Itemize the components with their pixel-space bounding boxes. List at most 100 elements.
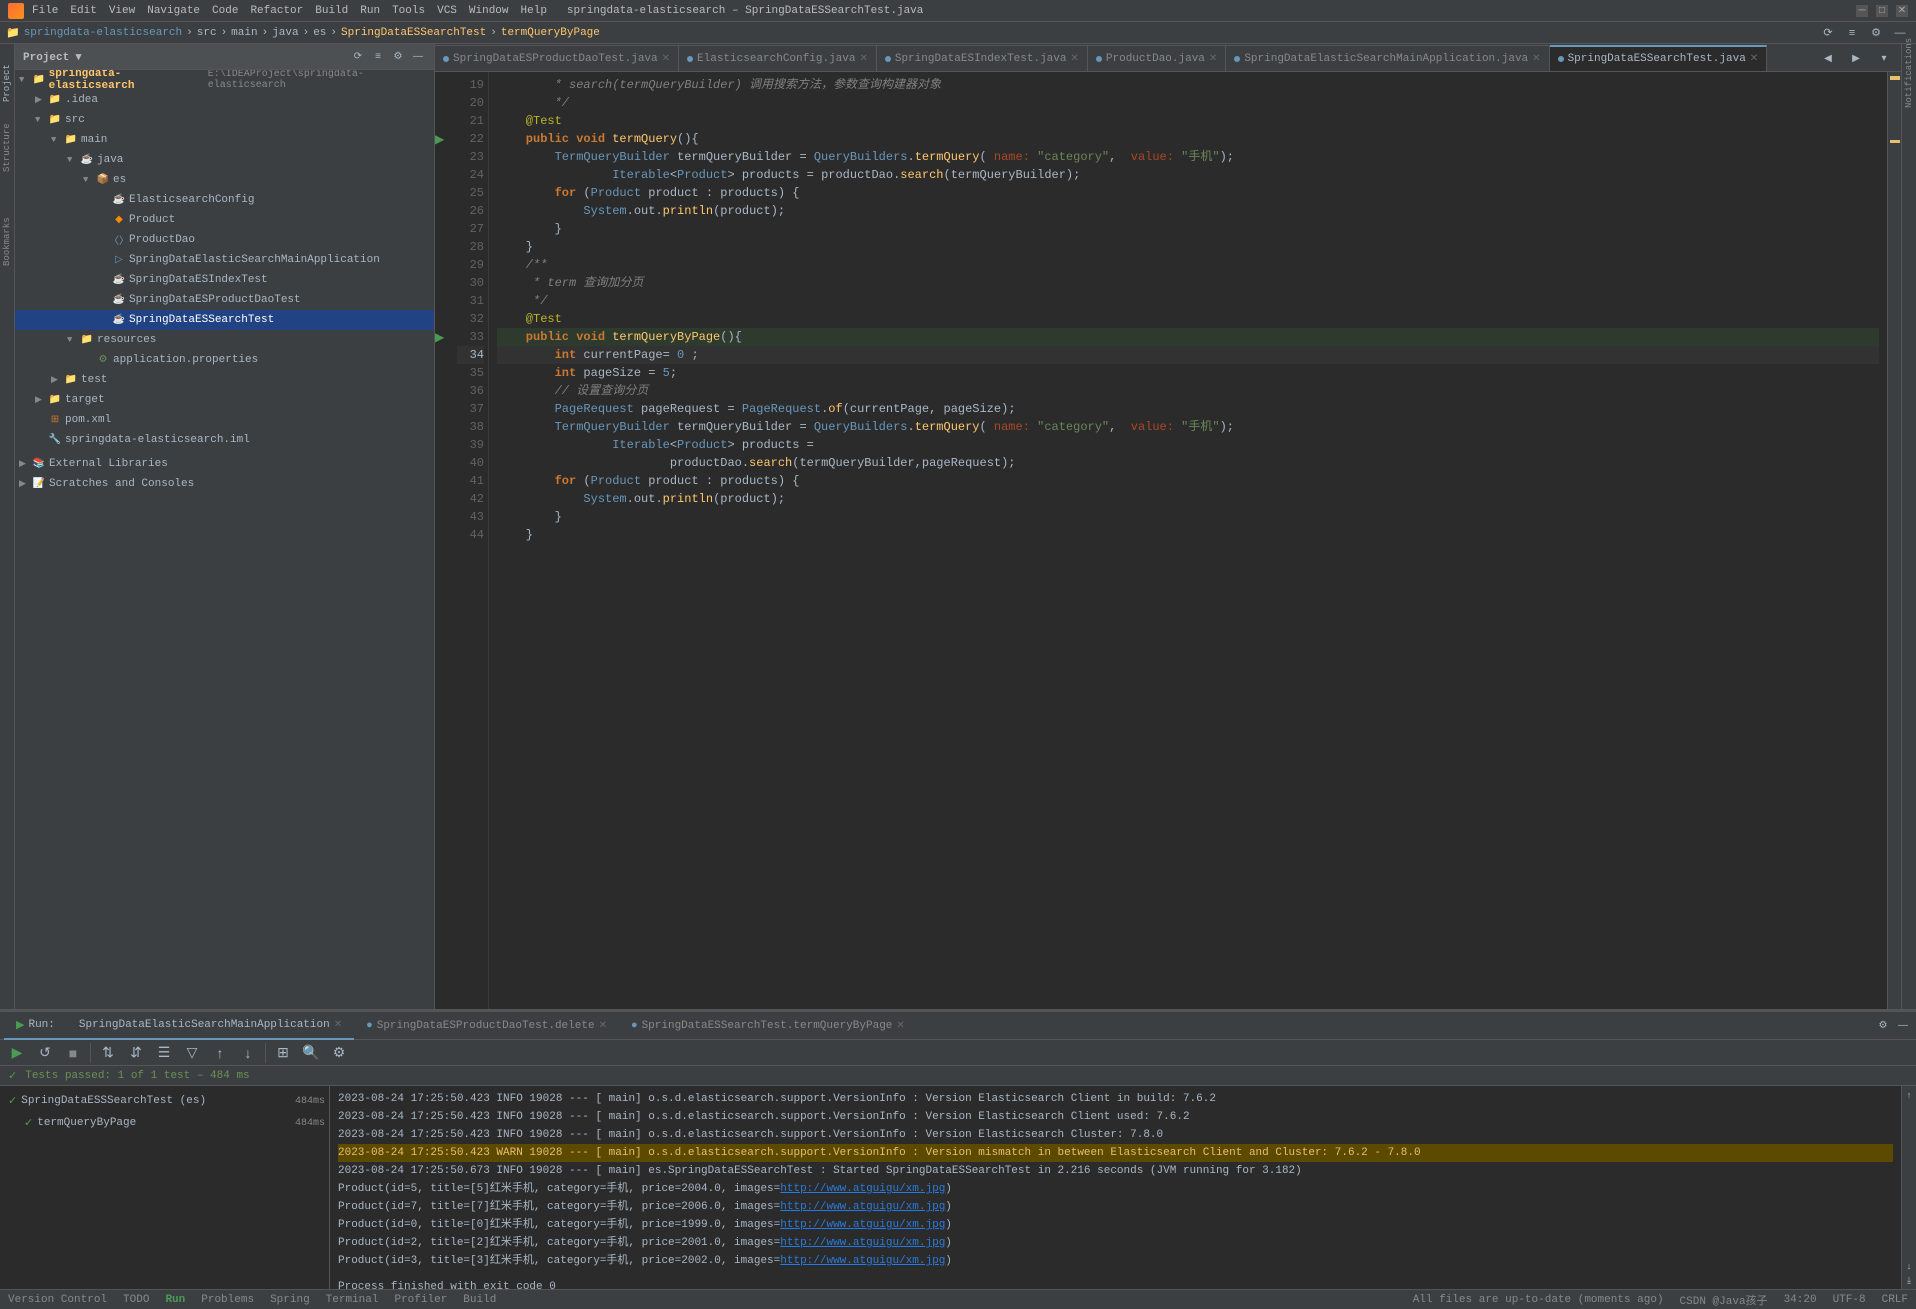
run-filter1-btn[interactable]: ☰ <box>151 1040 177 1066</box>
breadcrumb-part-2[interactable]: main <box>231 27 257 39</box>
tree-java[interactable]: ▼ ☕ java <box>15 150 434 170</box>
tree-scratches[interactable]: ▶ 📝 Scratches and Consoles <box>15 474 434 494</box>
run-tab-main[interactable]: SpringDataElasticSearchMainApplication ✕ <box>67 1012 354 1040</box>
breadcrumb-part-3[interactable]: java <box>272 27 298 39</box>
tree-idea[interactable]: ▶ 📁 .idea <box>15 90 434 110</box>
status-encoding[interactable]: UTF-8 <box>1833 1294 1866 1306</box>
tree-es[interactable]: ▼ 📦 es <box>15 170 434 190</box>
build-btn[interactable]: Build <box>463 1294 496 1306</box>
project-sync-btn[interactable]: ⟳ <box>350 49 366 65</box>
run-play-btn[interactable]: ▶ <box>4 1040 30 1066</box>
run-settings-btn[interactable]: ⚙ <box>1874 1017 1892 1035</box>
tree-pomxml[interactable]: ▶ ⊞ pom.xml <box>15 410 434 430</box>
tree-root[interactable]: ▼ 📁 springdata-elasticsearch E:\IDEAProj… <box>15 70 434 90</box>
tree-productdaotest[interactable]: ▶ ☕ SpringDataESProductDaoTest <box>15 290 434 310</box>
run-tab-termquery[interactable]: ● SpringDataESSearchTest.termQueryByPage… <box>619 1012 917 1040</box>
log-link-3[interactable]: http://www.atguigu/xm.jpg <box>780 1237 945 1249</box>
run-sort1-btn[interactable]: ⇅ <box>95 1040 121 1066</box>
tab-close-1[interactable]: ✕ <box>859 53 867 65</box>
tree-searchtest[interactable]: ▶ ☕ SpringDataESSearchTest <box>15 310 434 330</box>
run-settings2-btn[interactable]: ⚙ <box>326 1040 352 1066</box>
tree-mainapp[interactable]: ▶ ▷ SpringDataElasticSearchMainApplicati… <box>15 250 434 270</box>
tab-close-2[interactable]: ✕ <box>1071 53 1079 65</box>
settings-button[interactable]: ⚙ <box>1866 23 1886 43</box>
notifications-icon[interactable]: Notifications <box>1904 48 1914 108</box>
project-collapse-btn[interactable]: — <box>410 49 426 65</box>
tree-resources[interactable]: ▼ 📁 resources <box>15 330 434 350</box>
sort-button[interactable]: ≡ <box>1842 23 1862 43</box>
run-rerun-btn[interactable]: ↺ <box>32 1040 58 1066</box>
code-content[interactable]: * search(termQueryBuilder) 调用搜索方法，参数查询构建… <box>489 72 1887 1009</box>
tab-close-5[interactable]: ✕ <box>1750 53 1758 65</box>
menu-run[interactable]: Run <box>360 5 380 17</box>
run-up-btn[interactable]: ↑ <box>207 1040 233 1066</box>
tree-target[interactable]: ▶ 📁 target <box>15 390 434 410</box>
tree-indextest[interactable]: ▶ ☕ SpringDataESIndexTest <box>15 270 434 290</box>
run-tab-delete-close[interactable]: ✕ <box>599 1020 607 1032</box>
run-tree-root[interactable]: ✓ SpringDataESSSearchTest (es) 484ms <box>4 1090 325 1112</box>
menu-view[interactable]: View <box>109 5 135 17</box>
bookmarks-tab-vertical[interactable]: Bookmarks <box>2 216 12 266</box>
tree-elasticsearchconfig[interactable]: ▶ ☕ ElasticsearchConfig <box>15 190 434 210</box>
run-tab-delete[interactable]: ● SpringDataESProductDaoTest.delete ✕ <box>354 1012 619 1040</box>
run-scroll-up[interactable]: ↑ <box>1903 1088 1916 1101</box>
structure-tab-vertical[interactable]: Structure <box>2 122 12 172</box>
status-line-sep[interactable]: CRLF <box>1882 1294 1908 1306</box>
menu-refactor[interactable]: Refactor <box>250 5 303 17</box>
tree-src[interactable]: ▼ 📁 src <box>15 110 434 130</box>
log-link-2[interactable]: http://www.atguigu/xm.jpg <box>780 1219 945 1231</box>
breadcrumb-part-0[interactable]: springdata-elasticsearch <box>24 27 182 39</box>
run-scroll-to-end[interactable]: ⤓ <box>1903 1274 1916 1287</box>
tab-searchtest-active[interactable]: SpringDataESSearchTest.java ✕ <box>1550 45 1768 71</box>
tab-productdaotest[interactable]: SpringDataESProductDaoTest.java ✕ <box>435 45 679 71</box>
gutter-22[interactable]: ▶ <box>435 130 457 148</box>
breadcrumb-part-5[interactable]: SpringDataESSearchTest <box>341 27 486 39</box>
menu-help[interactable]: Help <box>521 5 547 17</box>
menu-build[interactable]: Build <box>315 5 348 17</box>
tab-close-3[interactable]: ✕ <box>1209 53 1217 65</box>
tab-scroll-left[interactable]: ◀ <box>1815 45 1841 71</box>
menu-tools[interactable]: Tools <box>392 5 425 17</box>
run-tree-method[interactable]: ✓ termQueryByPage 484ms <box>4 1112 325 1134</box>
tab-mainapp[interactable]: SpringDataElasticSearchMainApplication.j… <box>1226 45 1549 71</box>
spring-btn[interactable]: Spring <box>270 1294 310 1306</box>
run-close-btn[interactable]: — <box>1894 1017 1912 1035</box>
tree-productdao[interactable]: ▶ 〈〉 ProductDao <box>15 230 434 250</box>
run-icon-22[interactable]: ▶ <box>435 132 444 147</box>
tab-dropdown[interactable]: ▾ <box>1871 45 1897 71</box>
run-export-btn[interactable]: ⊞ <box>270 1040 296 1066</box>
run-icon-33[interactable]: ▶ <box>435 330 444 345</box>
breadcrumb-part-6[interactable]: termQueryByPage <box>501 27 600 39</box>
tab-close-0[interactable]: ✕ <box>662 53 670 65</box>
editor-scrollbar[interactable] <box>1887 72 1901 1009</box>
run-stop-btn[interactable]: ■ <box>60 1040 86 1066</box>
menu-edit[interactable]: Edit <box>70 5 96 17</box>
run-scroll-down[interactable]: ↓ <box>1903 1259 1916 1272</box>
menu-file[interactable]: File <box>32 5 58 17</box>
log-link-1[interactable]: http://www.atguigu/xm.jpg <box>780 1201 945 1213</box>
run-sort2-btn[interactable]: ⇵ <box>123 1040 149 1066</box>
breadcrumb-part-1[interactable]: src <box>197 27 217 39</box>
run-filter2-btn[interactable]: ▽ <box>179 1040 205 1066</box>
todo-btn[interactable]: TODO <box>123 1294 149 1306</box>
tree-main[interactable]: ▼ 📁 main <box>15 130 434 150</box>
log-link-4[interactable]: http://www.atguigu/xm.jpg <box>780 1255 945 1267</box>
minimize-button[interactable]: ─ <box>1856 5 1868 17</box>
tree-test[interactable]: ▶ 📁 test <box>15 370 434 390</box>
version-control-btn[interactable]: Version Control <box>8 1294 107 1306</box>
close-button[interactable]: ✕ <box>1896 5 1908 17</box>
tab-productdao[interactable]: ProductDao.java ✕ <box>1088 45 1226 71</box>
tree-product[interactable]: ▶ ◆ Product <box>15 210 434 230</box>
menu-window[interactable]: Window <box>469 5 509 17</box>
problems-btn[interactable]: Problems <box>201 1294 254 1306</box>
log-link-0[interactable]: http://www.atguigu/xm.jpg <box>780 1183 945 1195</box>
project-tab-vertical[interactable]: Project <box>2 52 12 102</box>
run-status-btn[interactable]: Run <box>165 1294 185 1306</box>
profiler-btn[interactable]: Profiler <box>394 1294 447 1306</box>
tab-indextest[interactable]: SpringDataESIndexTest.java ✕ <box>877 45 1088 71</box>
run-search-btn[interactable]: 🔍 <box>298 1040 324 1066</box>
run-tab-termquery-close[interactable]: ✕ <box>896 1020 904 1032</box>
gutter-33[interactable]: ▶ <box>435 328 457 346</box>
project-gear-btn[interactable]: ⚙ <box>390 49 406 65</box>
sync-button[interactable]: ⟳ <box>1818 23 1838 43</box>
